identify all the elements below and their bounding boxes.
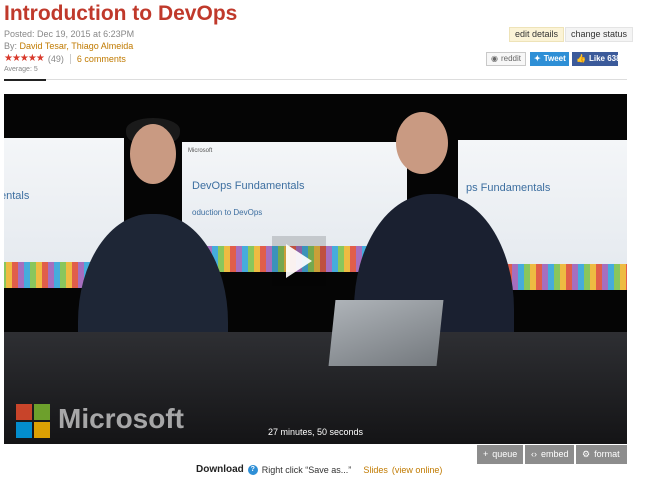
slide-subtitle-center: oduction to DevOps xyxy=(192,208,263,217)
format-label: format xyxy=(594,449,620,459)
reddit-label: reddit xyxy=(500,54,521,63)
video-player[interactable]: entals Microsoft DevOps Fundamentals odu… xyxy=(4,94,627,444)
reddit-share-button[interactable]: ◉ reddit xyxy=(486,52,526,66)
presenter-left-head xyxy=(130,124,176,184)
authors-link[interactable]: David Tesar, Thiago Almeida xyxy=(20,41,134,51)
facebook-like-button[interactable]: 👍 Like 638 xyxy=(572,52,621,66)
change-status-button[interactable]: change status xyxy=(565,27,634,42)
page-title: Introduction to DevOps xyxy=(4,2,238,25)
info-icon[interactable]: ? xyxy=(247,464,258,475)
presenter-right-head xyxy=(396,112,448,174)
play-icon[interactable] xyxy=(286,244,312,278)
header-divider xyxy=(4,79,627,80)
twitter-icon: ✦ xyxy=(534,54,541,63)
download-label: Download xyxy=(196,464,244,475)
slide-text-left: entals xyxy=(4,190,30,202)
by-label: By: xyxy=(4,41,18,51)
posted-date: Posted: Dec 19, 2015 at 6:23PM xyxy=(4,29,135,39)
view-online-wrapper: (view online) xyxy=(391,464,443,475)
download-hint: Right click “Save as...” xyxy=(261,464,352,475)
format-button[interactable]: ⚙ format xyxy=(576,445,627,464)
queue-label: queue xyxy=(492,449,518,459)
divider xyxy=(69,53,71,64)
slide-text-right: ps Fundamentals xyxy=(466,182,551,194)
active-tab-underline xyxy=(4,79,46,81)
slides-link[interactable]: Slides xyxy=(363,465,388,475)
plus-icon: + xyxy=(483,449,489,459)
laptop xyxy=(328,300,444,366)
gear-icon: ⚙ xyxy=(582,449,591,459)
reddit-icon: ◉ xyxy=(491,54,498,63)
view-online-link[interactable]: view online xyxy=(395,465,440,475)
video-duration: 27 minutes, 50 seconds xyxy=(267,427,364,437)
facebook-like-icon: 👍 xyxy=(576,54,586,63)
download-row: Download ? Right click “Save as...” Slid… xyxy=(196,464,442,475)
edit-details-button[interactable]: edit details xyxy=(509,27,565,42)
embed-icon: ‹› xyxy=(531,449,537,459)
slide-title-center: DevOps Fundamentals xyxy=(192,180,305,192)
tweet-label: Tweet xyxy=(543,54,566,63)
rating-average: Average: 5 xyxy=(4,66,38,73)
embed-label: embed xyxy=(541,449,569,459)
rating-row: ★★★★★ (49) 6 comments xyxy=(4,53,126,64)
embed-button[interactable]: ‹› embed xyxy=(525,445,574,464)
rating-count: (49) xyxy=(47,53,64,64)
tweet-button[interactable]: ✦ Tweet xyxy=(530,52,569,66)
slide-microsoft-label: Microsoft xyxy=(188,148,213,154)
byline: By: David Tesar, Thiago Almeida xyxy=(4,41,133,51)
rating-stars-icon[interactable]: ★★★★★ xyxy=(4,53,45,64)
queue-button[interactable]: + queue xyxy=(477,445,523,464)
like-label: Like 638 xyxy=(588,54,621,63)
comments-link[interactable]: 6 comments xyxy=(77,54,126,64)
